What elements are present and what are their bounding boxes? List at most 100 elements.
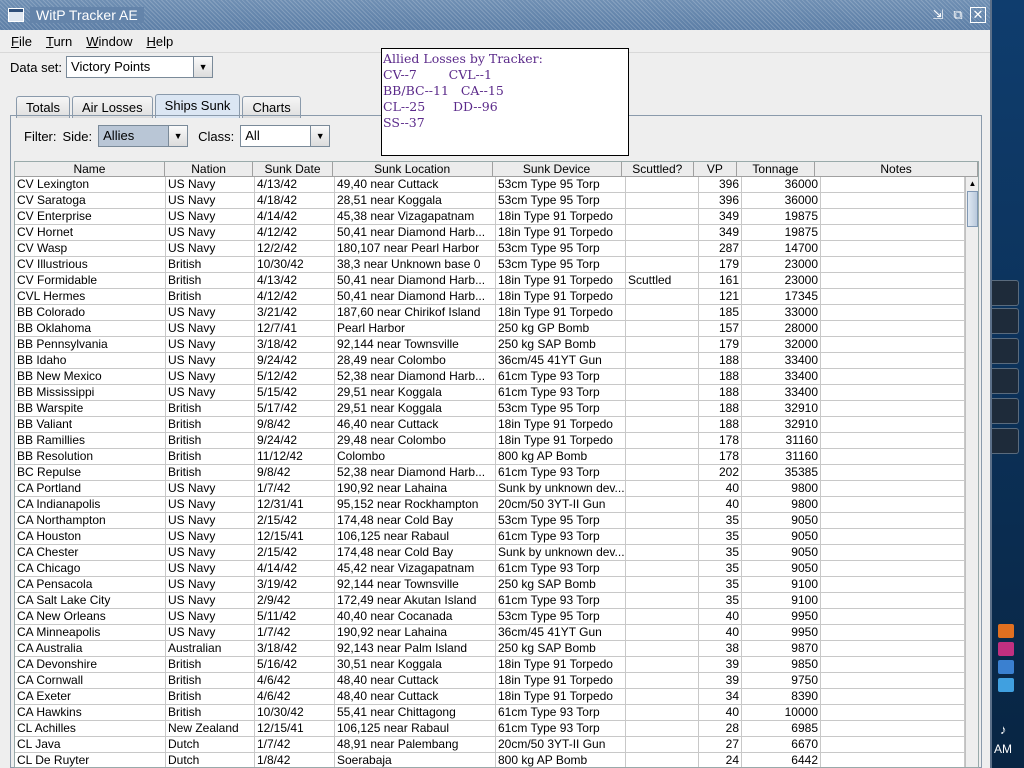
- cell-tonnage[interactable]: 9800: [742, 497, 821, 512]
- cell-sunk-device[interactable]: 18in Type 91 Torpedo: [496, 433, 626, 448]
- cell-tonnage[interactable]: 31160: [742, 449, 821, 464]
- cell-tonnage[interactable]: 36000: [742, 193, 821, 208]
- cell-vp[interactable]: 28: [699, 721, 742, 736]
- cell-nation[interactable]: US Navy: [166, 369, 255, 384]
- cell-tonnage[interactable]: 9050: [742, 529, 821, 544]
- cell-name[interactable]: CA Exeter: [15, 689, 166, 704]
- cell-scuttled[interactable]: [626, 673, 699, 688]
- cell-sunk-location[interactable]: 28,49 near Colombo: [335, 353, 496, 368]
- cell-notes[interactable]: [821, 353, 965, 368]
- cell-scuttled[interactable]: [626, 241, 699, 256]
- cell-sunk-location[interactable]: 174,48 near Cold Bay: [335, 513, 496, 528]
- cell-vp[interactable]: 188: [699, 353, 742, 368]
- cell-sunk-location[interactable]: Soerabaja: [335, 753, 496, 767]
- cell-nation[interactable]: British: [166, 289, 255, 304]
- title-bar[interactable]: WitP Tracker AE ⇲ ⧉ ✕: [0, 0, 990, 30]
- cell-scuttled[interactable]: [626, 465, 699, 480]
- cell-sunk-location[interactable]: 187,60 near Chirikof Island: [335, 305, 496, 320]
- cell-sunk-location[interactable]: 50,41 near Diamond Harb...: [335, 289, 496, 304]
- cell-scuttled[interactable]: [626, 369, 699, 384]
- cell-sunk-device[interactable]: 20cm/50 3YT-II Gun: [496, 737, 626, 752]
- cell-scuttled[interactable]: [626, 689, 699, 704]
- cell-name[interactable]: BB Pennsylvania: [15, 337, 166, 352]
- cell-sunk-location[interactable]: 48,40 near Cuttack: [335, 673, 496, 688]
- cell-sunk-device[interactable]: 53cm Type 95 Torp: [496, 241, 626, 256]
- cell-sunk-date[interactable]: 10/30/42: [255, 705, 335, 720]
- cell-tonnage[interactable]: 9100: [742, 577, 821, 592]
- minimize-icon[interactable]: ⇲: [930, 7, 946, 23]
- cell-name[interactable]: CV Illustrious: [15, 257, 166, 272]
- cell-sunk-date[interactable]: 9/8/42: [255, 465, 335, 480]
- column-header-scuttled[interactable]: Scuttled?: [622, 162, 695, 176]
- table-row[interactable]: CL Java Dutch 1/7/42 48,91 near Palembang 20…: [15, 737, 965, 753]
- cell-tonnage[interactable]: 9850: [742, 657, 821, 672]
- cell-sunk-device[interactable]: 61cm Type 93 Torp: [496, 561, 626, 576]
- cell-nation[interactable]: British: [166, 433, 255, 448]
- table-row[interactable]: CV Wasp US Navy 12/2/42 180,107 near Pearl …: [15, 241, 965, 257]
- cell-tonnage[interactable]: 9950: [742, 625, 821, 640]
- cell-tonnage[interactable]: 32000: [742, 337, 821, 352]
- cell-nation[interactable]: British: [166, 465, 255, 480]
- cell-nation[interactable]: US Navy: [166, 529, 255, 544]
- cell-vp[interactable]: 202: [699, 465, 742, 480]
- cell-sunk-location[interactable]: 106,125 near Rabaul: [335, 721, 496, 736]
- cell-sunk-device[interactable]: Sunk by unknown dev...: [496, 545, 626, 560]
- cell-nation[interactable]: US Navy: [166, 193, 255, 208]
- cell-tonnage[interactable]: 33400: [742, 353, 821, 368]
- tray-icon[interactable]: [998, 642, 1014, 656]
- cell-name[interactable]: CA Chester: [15, 545, 166, 560]
- cell-nation[interactable]: US Navy: [166, 609, 255, 624]
- cell-sunk-device[interactable]: 18in Type 91 Torpedo: [496, 225, 626, 240]
- column-header-nation[interactable]: Nation: [165, 162, 254, 176]
- cell-vp[interactable]: 179: [699, 337, 742, 352]
- column-header-tonnage[interactable]: Tonnage: [737, 162, 816, 176]
- cell-scuttled[interactable]: [626, 561, 699, 576]
- table-row[interactable]: CA Chester US Navy 2/15/42 174,48 near Cold…: [15, 545, 965, 561]
- cell-sunk-location[interactable]: 190,92 near Lahaina: [335, 625, 496, 640]
- cell-tonnage[interactable]: 35385: [742, 465, 821, 480]
- table-row[interactable]: BB Mississippi US Navy 5/15/42 29,51 near K…: [15, 385, 965, 401]
- cell-scuttled[interactable]: [626, 353, 699, 368]
- cell-sunk-device[interactable]: 53cm Type 95 Torp: [496, 401, 626, 416]
- cell-scuttled[interactable]: [626, 417, 699, 432]
- cell-tonnage[interactable]: 32910: [742, 417, 821, 432]
- cell-sunk-location[interactable]: 38,3 near Unknown base 0: [335, 257, 496, 272]
- cell-scuttled[interactable]: Scuttled: [626, 273, 699, 288]
- table-row[interactable]: CA Minneapolis US Navy 1/7/42 190,92 near L…: [15, 625, 965, 641]
- cell-tonnage[interactable]: 9870: [742, 641, 821, 656]
- cell-sunk-date[interactable]: 12/15/41: [255, 529, 335, 544]
- scroll-up-icon[interactable]: ▲: [966, 177, 978, 191]
- cell-sunk-date[interactable]: 11/12/42: [255, 449, 335, 464]
- table-row[interactable]: CA Portland US Navy 1/7/42 190,92 near Laha…: [15, 481, 965, 497]
- cell-scuttled[interactable]: [626, 753, 699, 767]
- cell-name[interactable]: CV Enterprise: [15, 209, 166, 224]
- table-row[interactable]: BB Colorado US Navy 3/21/42 187,60 near Chi…: [15, 305, 965, 321]
- cell-sunk-location[interactable]: 92,144 near Townsville: [335, 337, 496, 352]
- cell-sunk-date[interactable]: 2/15/42: [255, 513, 335, 528]
- cell-sunk-device[interactable]: 53cm Type 95 Torp: [496, 257, 626, 272]
- cell-sunk-date[interactable]: 3/21/42: [255, 305, 335, 320]
- side-select[interactable]: Allies ▼: [98, 125, 189, 147]
- table-row[interactable]: CV Illustrious British 10/30/42 38,3 near U…: [15, 257, 965, 273]
- cell-scuttled[interactable]: [626, 225, 699, 240]
- cell-nation[interactable]: British: [166, 689, 255, 704]
- cell-sunk-location[interactable]: 45,38 near Vizagapatnam: [335, 209, 496, 224]
- cell-notes[interactable]: [821, 385, 965, 400]
- table-row[interactable]: CA Houston US Navy 12/15/41 106,125 near Ra…: [15, 529, 965, 545]
- cell-name[interactable]: CA Cornwall: [15, 673, 166, 688]
- cell-sunk-device[interactable]: 800 kg AP Bomb: [496, 753, 626, 767]
- table-row[interactable]: CA Northampton US Navy 2/15/42 174,48 near …: [15, 513, 965, 529]
- table-row[interactable]: BB New Mexico US Navy 5/12/42 52,38 near Di…: [15, 369, 965, 385]
- cell-name[interactable]: CV Wasp: [15, 241, 166, 256]
- tray-icon[interactable]: [998, 678, 1014, 692]
- cell-notes[interactable]: [821, 305, 965, 320]
- cell-vp[interactable]: 38: [699, 641, 742, 656]
- scroll-thumb[interactable]: [967, 191, 978, 227]
- cell-sunk-date[interactable]: 9/24/42: [255, 353, 335, 368]
- column-header-notes[interactable]: Notes: [815, 162, 978, 176]
- cell-scuttled[interactable]: [626, 513, 699, 528]
- taskbar-button[interactable]: [992, 338, 1019, 364]
- cell-name[interactable]: BB Idaho: [15, 353, 166, 368]
- cell-tonnage[interactable]: 17345: [742, 289, 821, 304]
- cell-notes[interactable]: [821, 593, 965, 608]
